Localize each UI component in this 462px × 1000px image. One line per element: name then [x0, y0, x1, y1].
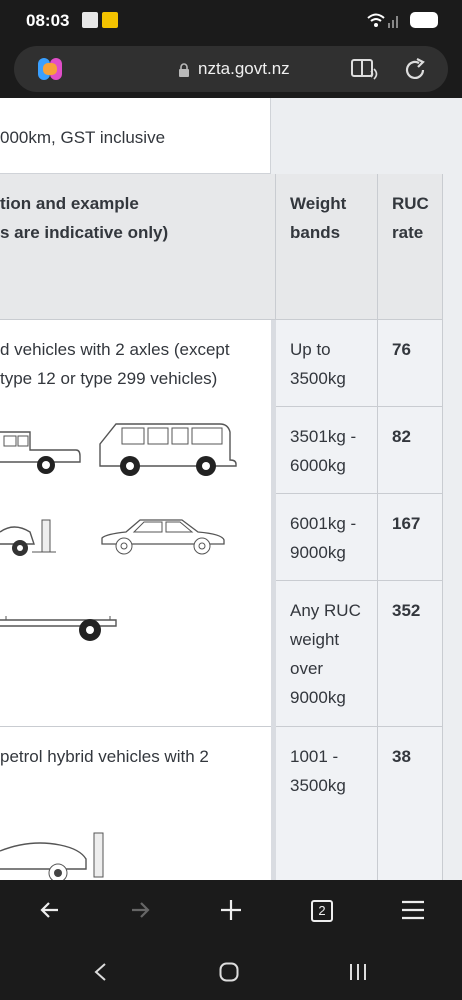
table-caption: 000km, GST inclusive: [0, 128, 166, 147]
browser-bottom-nav: 2: [0, 880, 462, 944]
back-arrow-icon[interactable]: [38, 898, 62, 922]
notification-icons: [82, 12, 118, 28]
header-description-line1: tion and example: [0, 194, 139, 213]
reload-icon[interactable]: [402, 57, 428, 83]
weight-band-line2: 3500kg: [290, 776, 346, 795]
weight-band-line2: weight: [290, 630, 340, 649]
ruc-rate-cell: 82: [378, 407, 443, 494]
recents-icon[interactable]: [348, 962, 368, 982]
weight-band-line2: 9000kg: [290, 543, 346, 562]
browser-toolbar: nzta.govt.nz: [0, 44, 462, 98]
ruc-rate-cell: 76: [378, 320, 443, 407]
weight-band-cell: Up to 3500kg: [276, 320, 378, 407]
ruc-rate-cell: 38: [378, 727, 443, 880]
header-rate-line2: rate: [392, 223, 424, 242]
weight-band-line2: 3500kg: [290, 369, 346, 388]
weight-band-line2: 6000kg: [290, 456, 346, 475]
weight-band-cell: 3501kg - 6000kg: [276, 407, 378, 494]
lock-icon: [179, 63, 189, 77]
group1-desc-line1: d vehicles with 2 axles (except: [0, 340, 230, 359]
status-bar: 08:03: [0, 0, 462, 44]
tabs-icon[interactable]: 2: [311, 900, 333, 922]
reader-mode-icon[interactable]: [350, 57, 378, 81]
hybrid-ev-illustration: [0, 832, 104, 880]
system-nav-bar: [0, 944, 462, 1000]
weight-band-line4: 9000kg: [290, 688, 346, 707]
weight-band-line1: 3501kg -: [290, 427, 357, 446]
weight-band-line1: 6001kg -: [290, 514, 357, 533]
table-caption-box: 000km, GST inclusive: [0, 98, 271, 174]
forward-arrow-icon[interactable]: [128, 898, 152, 922]
weight-band-line1: 1001 -: [290, 747, 339, 766]
group1-desc-line2: type 12 or type 299 vehicles): [0, 369, 218, 388]
weight-band-line1: Up to: [290, 340, 331, 359]
new-tab-icon[interactable]: [219, 898, 243, 922]
sedan-illustration: [101, 519, 225, 555]
weight-band-cell: 1001 - 3500kg: [276, 727, 378, 880]
header-description-line2: s are indicative only): [0, 223, 169, 242]
header-weight-line2: bands: [290, 223, 341, 242]
group2-description: petrol hybrid vehicles with 2: [0, 727, 276, 880]
van-illustration: [99, 423, 237, 476]
battery-icon: [410, 12, 438, 28]
group1-description: d vehicles with 2 axles (except type 12 …: [0, 320, 276, 727]
weight-band-cell: Any RUC weight over 9000kg: [276, 581, 378, 727]
ute-illustration: [0, 431, 81, 474]
weight-band-cell: 6001kg - 9000kg: [276, 494, 378, 581]
header-rate-line1: RUC: [392, 194, 429, 213]
notification-icon: [82, 12, 98, 28]
header-weight-line1: Weight: [290, 194, 347, 213]
web-content: 000km, GST inclusive tion and example s …: [0, 98, 462, 880]
ruc-rate-cell: 167: [378, 494, 443, 581]
truck-chassis-illustration: [0, 616, 117, 641]
wifi-icon: [367, 13, 398, 28]
system-back-icon[interactable]: [92, 962, 108, 982]
group2-desc-line1: petrol hybrid vehicles with 2: [0, 747, 209, 766]
url-text[interactable]: nzta.govt.nz: [198, 59, 290, 79]
ev-charger-illustration: [0, 519, 56, 556]
header-ruc-rate: RUC rate: [378, 174, 443, 320]
copilot-icon[interactable]: [36, 56, 64, 82]
system-indicators: [366, 11, 438, 29]
address-bar[interactable]: nzta.govt.nz: [14, 46, 448, 92]
app-icon: [102, 12, 118, 28]
clock: 08:03: [26, 11, 70, 30]
weight-band-line3: over: [290, 659, 324, 678]
header-description: tion and example s are indicative only): [0, 174, 276, 320]
home-icon[interactable]: [219, 962, 239, 982]
menu-icon[interactable]: [401, 898, 425, 922]
header-weight-bands: Weight bands: [276, 174, 378, 320]
weight-band-line1: Any RUC: [290, 601, 361, 620]
ruc-rate-cell: 352: [378, 581, 443, 727]
